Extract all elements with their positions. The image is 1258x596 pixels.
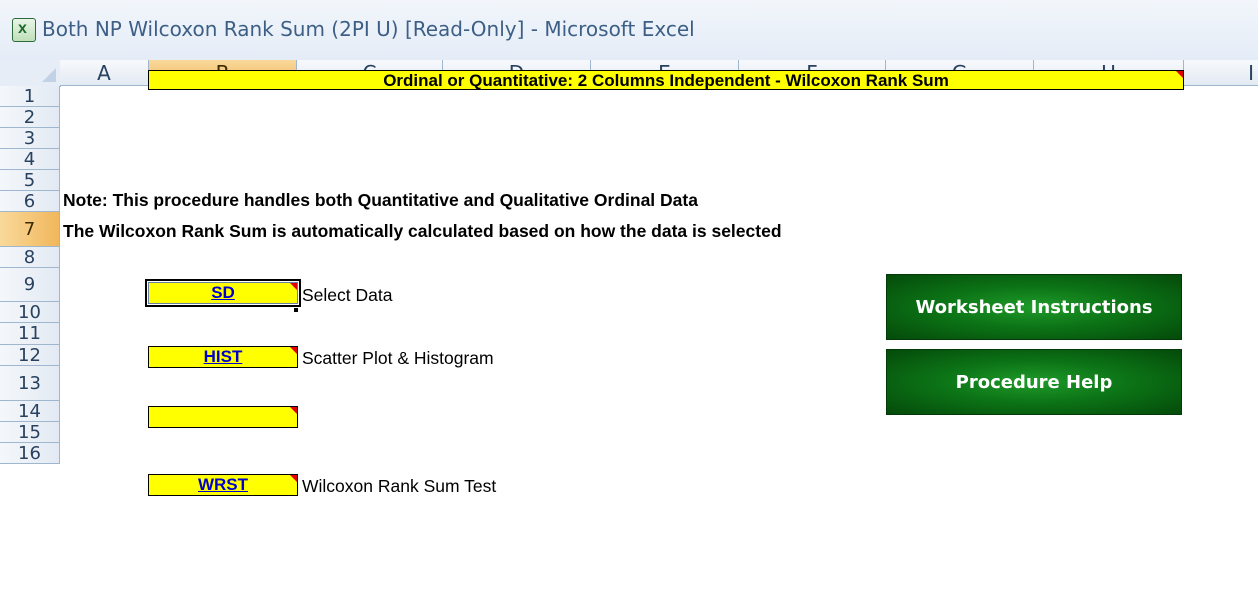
hist-macro-cell[interactable]: HIST: [148, 346, 298, 368]
select-all-corner[interactable]: [0, 60, 61, 87]
sheet-title: Ordinal or Quantitative: 2 Columns Indep…: [383, 71, 949, 90]
note-line-2: The Wilcoxon Rank Sum is automatically c…: [63, 221, 782, 241]
comment-indicator-icon: [1176, 71, 1183, 78]
window-title: Both NP Wilcoxon Rank Sum (2PI U) [Read-…: [42, 17, 695, 41]
scatter-histogram-label: Scatter Plot & Histogram: [302, 348, 494, 368]
title-bar: Both NP Wilcoxon Rank Sum (2PI U) [Read-…: [0, 0, 1258, 61]
row-header-16[interactable]: 16: [0, 443, 60, 464]
row-header-14[interactable]: 14: [0, 401, 60, 422]
note-line-1: Note: This procedure handles both Quanti…: [63, 190, 698, 210]
row-header-6[interactable]: 6: [0, 191, 60, 212]
comment-indicator-icon: [290, 475, 297, 482]
row-header-3[interactable]: 3: [0, 128, 60, 149]
column-header-a[interactable]: A: [60, 60, 149, 86]
row-header-4[interactable]: 4: [0, 149, 60, 170]
row-header-11[interactable]: 11: [0, 323, 60, 345]
column-header-i[interactable]: I: [1184, 60, 1258, 86]
excel-icon[interactable]: [12, 18, 36, 42]
wrst-macro-cell[interactable]: WRST: [148, 474, 298, 496]
wrst-macro-link[interactable]: WRST: [198, 475, 248, 494]
row-header-5[interactable]: 5: [0, 170, 60, 191]
sheet-title-cell[interactable]: Ordinal or Quantitative: 2 Columns Indep…: [148, 70, 1184, 90]
worksheet-instructions-button[interactable]: Worksheet Instructions: [886, 274, 1182, 340]
comment-indicator-icon: [290, 407, 297, 414]
row-header-2[interactable]: 2: [0, 107, 60, 128]
comment-indicator-icon: [290, 283, 297, 290]
sd-macro-link[interactable]: SD: [211, 283, 235, 302]
sd-macro-cell[interactable]: SD: [145, 279, 301, 307]
row-header-8[interactable]: 8: [0, 247, 60, 268]
hist-macro-link[interactable]: HIST: [204, 347, 243, 366]
procedure-help-button[interactable]: Procedure Help: [886, 349, 1182, 415]
row-header-7[interactable]: 7: [0, 212, 60, 247]
row-header-10[interactable]: 10: [0, 302, 60, 323]
select-data-label: Select Data: [302, 285, 393, 305]
empty-macro-cell[interactable]: [148, 406, 298, 428]
row-header-9[interactable]: 9: [0, 268, 60, 302]
comment-indicator-icon: [290, 347, 297, 354]
row-header-13[interactable]: 13: [0, 366, 60, 401]
row-header-1[interactable]: 1: [0, 86, 60, 107]
row-header-12[interactable]: 12: [0, 345, 60, 366]
row-header-15[interactable]: 15: [0, 422, 60, 443]
fill-handle[interactable]: [293, 307, 299, 313]
wilcoxon-test-label: Wilcoxon Rank Sum Test: [302, 476, 497, 496]
